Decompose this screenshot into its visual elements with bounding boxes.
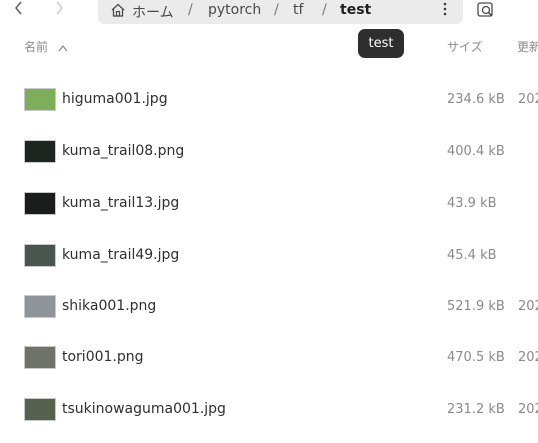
- column-header-size[interactable]: サイズ: [447, 38, 483, 55]
- chevron-left-icon: [15, 1, 22, 15]
- file-thumbnail: [24, 244, 56, 267]
- file-name: kuma_trail49.jpg: [62, 247, 180, 263]
- file-size: 400.4 kB: [447, 144, 505, 159]
- column-header-modified[interactable]: 更新: [517, 38, 538, 55]
- sort-ascending-icon: [58, 44, 68, 51]
- file-name: kuma_trail08.png: [62, 143, 185, 159]
- breadcrumb-home[interactable]: ホーム: [132, 2, 174, 22]
- file-row[interactable]: tsukinowaguma001.jpg 231.2 kB 202: [0, 384, 538, 436]
- file-modified: 202: [518, 402, 538, 417]
- breadcrumb-separator: /: [322, 2, 327, 18]
- chevron-right-icon: [56, 1, 63, 15]
- breadcrumb-test[interactable]: test: [340, 2, 371, 18]
- column-header-name-label: 名前: [24, 40, 49, 54]
- breadcrumb-tf[interactable]: tf: [293, 2, 303, 18]
- file-name: tsukinowaguma001.jpg: [62, 401, 226, 417]
- file-thumbnail: [24, 192, 56, 215]
- file-size: 43.9 kB: [447, 196, 497, 211]
- file-size: 45.4 kB: [447, 248, 497, 263]
- file-name: shika001.png: [62, 298, 157, 314]
- search-icon[interactable]: [476, 0, 496, 20]
- path-bar[interactable]: ホーム / pytorch / tf / test: [98, 0, 463, 24]
- home-icon: [111, 3, 125, 17]
- file-size: 231.2 kB: [447, 402, 505, 417]
- back-button[interactable]: [8, 0, 30, 22]
- file-thumbnail: [24, 140, 56, 163]
- file-row[interactable]: tori001.png 470.5 kB 202: [0, 332, 538, 384]
- breadcrumb-separator: /: [188, 2, 193, 18]
- file-thumbnail: [24, 398, 56, 421]
- file-thumbnail: [24, 295, 56, 318]
- file-modified: 202: [518, 299, 538, 314]
- file-name: higuma001.jpg: [62, 91, 168, 107]
- breadcrumb-pytorch[interactable]: pytorch: [208, 2, 261, 18]
- forward-button[interactable]: [48, 0, 70, 22]
- file-thumbnail: [24, 346, 56, 369]
- file-row[interactable]: higuma001.jpg 234.6 kB 202: [0, 74, 538, 126]
- file-modified: 202: [518, 92, 538, 107]
- path-tooltip: test: [358, 29, 404, 58]
- file-thumbnail: [24, 88, 56, 111]
- file-row[interactable]: kuma_trail13.jpg 43.9 kB: [0, 178, 538, 230]
- file-name: kuma_trail13.jpg: [62, 195, 180, 211]
- column-header-name[interactable]: 名前: [24, 38, 68, 55]
- file-row[interactable]: shika001.png 521.9 kB 202: [0, 281, 538, 333]
- file-size: 470.5 kB: [447, 350, 505, 365]
- more-options-icon[interactable]: [437, 0, 453, 18]
- header-bar: ホーム / pytorch / tf / test: [0, 0, 538, 24]
- file-row[interactable]: kuma_trail49.jpg 45.4 kB: [0, 230, 538, 282]
- breadcrumb-separator: /: [274, 2, 279, 18]
- file-name: tori001.png: [62, 349, 144, 365]
- file-row[interactable]: kuma_trail08.png 400.4 kB: [0, 126, 538, 178]
- file-size: 234.6 kB: [447, 92, 505, 107]
- file-size: 521.9 kB: [447, 299, 505, 314]
- file-modified: 202: [518, 350, 538, 365]
